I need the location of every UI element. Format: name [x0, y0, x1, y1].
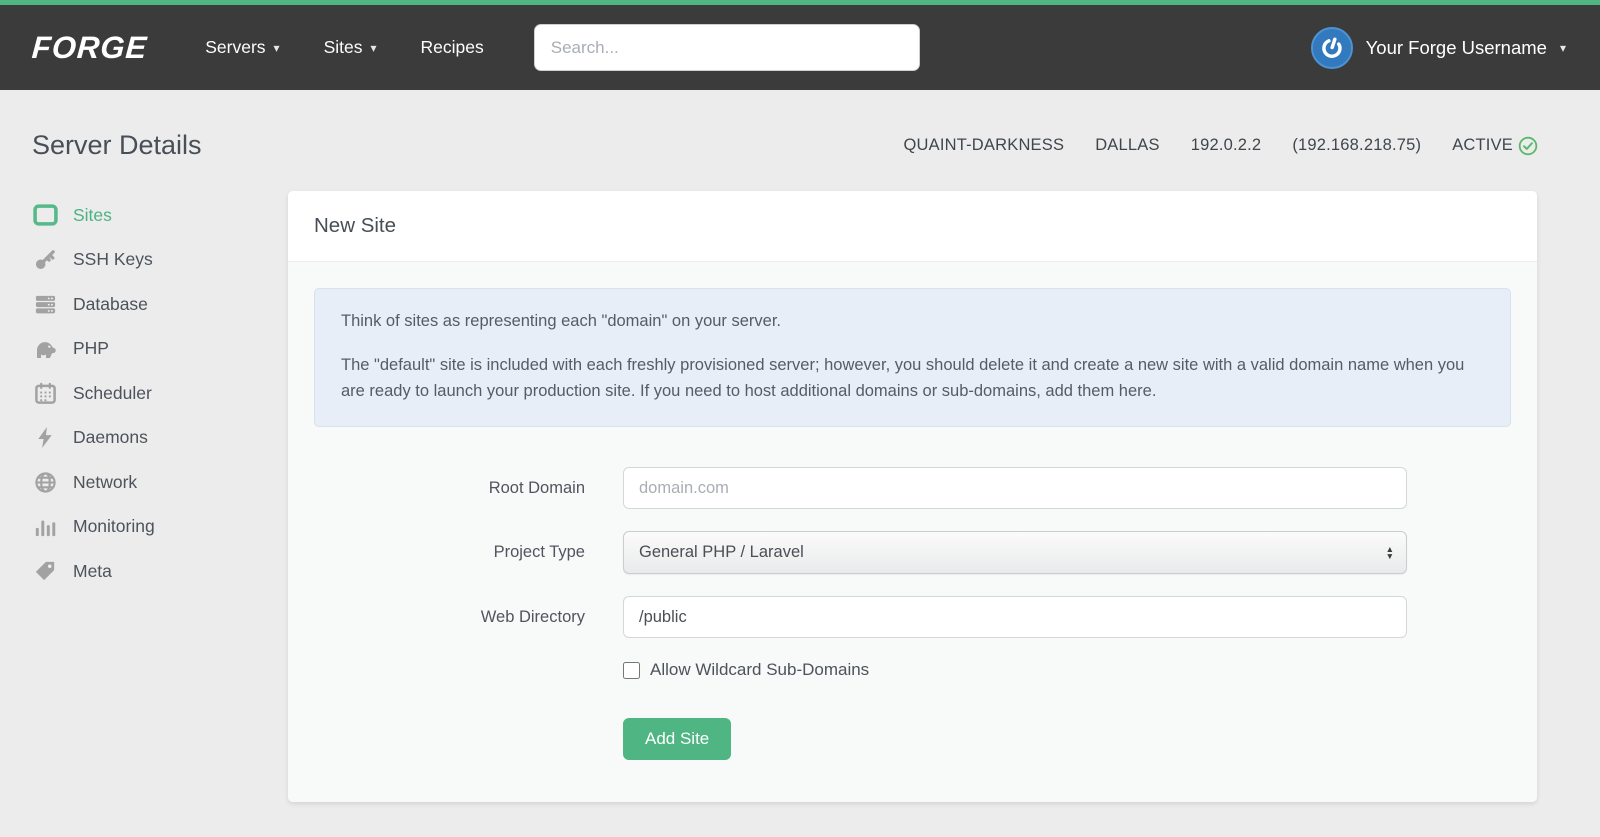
sidebar-item-scheduler[interactable]: Scheduler: [32, 371, 288, 416]
sidebar-item-meta[interactable]: Meta: [32, 549, 288, 594]
chevron-down-icon: ▾: [273, 40, 280, 55]
nav-sites[interactable]: Sites ▾: [324, 37, 377, 58]
card-title: New Site: [314, 214, 397, 237]
bar-chart-icon: [32, 516, 58, 538]
chevron-down-icon: ▾: [1559, 40, 1566, 55]
key-icon: [32, 248, 58, 271]
content: Sites SSH Keys Database PHP Scheduler Da…: [0, 191, 1600, 837]
globe-icon: [32, 471, 58, 494]
project-type-row: Project Type General PHP / Laravel ▲ ▼: [314, 531, 1511, 575]
username-label: Your Forge Username: [1365, 36, 1547, 58]
check-circle-icon: [1518, 136, 1538, 155]
status-badge: ACTIVE: [1452, 136, 1538, 156]
sidebar-item-label: Database: [73, 293, 148, 314]
sidebar-item-label: PHP: [73, 338, 109, 359]
add-site-button[interactable]: Add Site: [623, 718, 732, 761]
root-domain-label: Root Domain: [488, 478, 585, 497]
server-public-ip: 192.0.2.2: [1190, 136, 1262, 154]
info-paragraph: The "default" site is included with each…: [341, 355, 1465, 401]
select-arrows-icon: ▲ ▼: [1385, 543, 1394, 561]
tag-icon: [32, 560, 58, 582]
new-site-card: New Site Think of sites as representing …: [288, 191, 1537, 803]
sidebar-item-label: SSH Keys: [73, 249, 153, 270]
search-input[interactable]: [533, 24, 920, 71]
web-directory-input[interactable]: [623, 596, 1407, 639]
wildcard-checkbox-label: Allow Wildcard Sub-Domains: [650, 660, 870, 680]
bolt-icon: [32, 426, 58, 449]
server-name: QUAINT-DARKNESS: [903, 136, 1065, 154]
nav-recipes[interactable]: Recipes: [421, 37, 484, 58]
info-paragraph: Think of sites as representing each "dom…: [341, 312, 782, 330]
wildcard-checkbox-row[interactable]: Allow Wildcard Sub-Domains: [623, 660, 1511, 680]
sidebar-item-network[interactable]: Network: [32, 460, 288, 505]
sidebar: Sites SSH Keys Database PHP Scheduler Da…: [32, 191, 288, 594]
web-directory-label: Web Directory: [480, 607, 585, 626]
main-nav: Servers ▾ Sites ▾ Recipes: [205, 37, 484, 58]
nav-servers-label: Servers: [205, 37, 266, 57]
power-icon: [1321, 37, 1342, 58]
sidebar-item-label: Network: [73, 471, 138, 492]
info-alert: Think of sites as representing each "dom…: [314, 288, 1511, 428]
project-type-label: Project Type: [493, 543, 585, 562]
root-domain-row: Root Domain: [314, 467, 1511, 510]
card-header: New Site: [288, 191, 1537, 262]
window-icon: [32, 204, 58, 226]
wildcard-checkbox[interactable]: [623, 661, 640, 679]
web-directory-row: Web Directory: [314, 596, 1511, 639]
forge-logo[interactable]: FORGE: [31, 30, 149, 66]
sidebar-item-label: Scheduler: [73, 382, 152, 403]
top-navbar: FORGE Servers ▾ Sites ▾ Recipes Your For…: [0, 0, 1600, 90]
chevron-down-icon: ▾: [370, 40, 377, 55]
calendar-icon: [32, 382, 58, 405]
sidebar-item-label: Sites: [73, 204, 112, 225]
nav-recipes-label: Recipes: [420, 37, 484, 57]
page-header: Server Details QUAINT-DARKNESS DALLAS 19…: [0, 90, 1600, 191]
nav-servers[interactable]: Servers ▾: [205, 37, 279, 58]
server-meta: QUAINT-DARKNESS DALLAS 192.0.2.2 (192.16…: [903, 136, 1538, 156]
elephant-icon: [32, 338, 58, 360]
project-type-selected-value: General PHP / Laravel: [639, 543, 804, 562]
sidebar-item-php[interactable]: PHP: [32, 327, 288, 372]
user-menu[interactable]: Your Forge Username ▾: [1310, 26, 1566, 69]
sidebar-item-database[interactable]: Database: [32, 282, 288, 327]
server-private-ip: (192.168.218.75): [1292, 136, 1422, 154]
nav-sites-label: Sites: [323, 37, 363, 57]
project-type-select[interactable]: General PHP / Laravel ▲ ▼: [623, 531, 1407, 575]
sidebar-item-sites[interactable]: Sites: [32, 193, 288, 238]
sidebar-item-daemons[interactable]: Daemons: [32, 416, 288, 461]
card-body: Think of sites as representing each "dom…: [288, 262, 1537, 803]
sidebar-item-monitoring[interactable]: Monitoring: [32, 505, 288, 550]
page-title: Server Details: [32, 130, 202, 160]
sidebar-item-label: Monitoring: [73, 516, 155, 537]
root-domain-input[interactable]: [623, 467, 1407, 510]
database-icon: [32, 293, 58, 316]
sidebar-item-label: Meta: [73, 560, 112, 581]
status-label: ACTIVE: [1452, 136, 1513, 154]
sidebar-item-ssh-keys[interactable]: SSH Keys: [32, 238, 288, 283]
sidebar-item-label: Daemons: [73, 427, 148, 448]
avatar[interactable]: [1310, 26, 1353, 69]
server-region: DALLAS: [1095, 136, 1160, 154]
